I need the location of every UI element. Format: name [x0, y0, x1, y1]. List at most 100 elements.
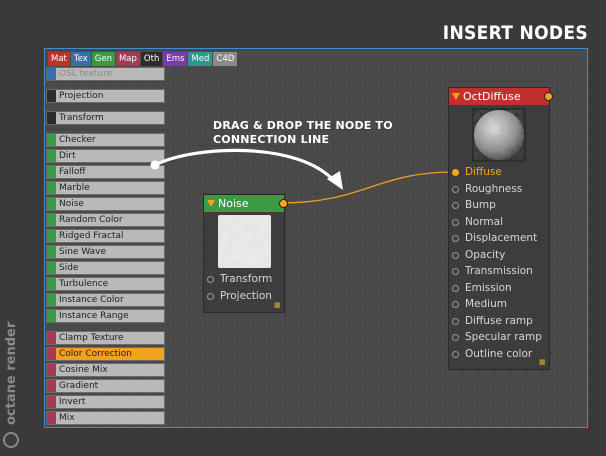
- node-list-item[interactable]: Clamp Texture: [46, 331, 165, 345]
- input-pin-icon[interactable]: [452, 317, 459, 325]
- category-color-swatch: [47, 166, 56, 178]
- node-list-item-label: Ridged Fractal: [59, 231, 124, 241]
- category-color-swatch: [47, 90, 56, 102]
- category-color-swatch: [47, 412, 56, 424]
- input-pin-row[interactable]: Emission: [449, 280, 549, 297]
- noise-node-header[interactable]: Noise: [204, 195, 288, 212]
- tab-med[interactable]: Med: [188, 52, 213, 66]
- octdiffuse-node-header[interactable]: OctDiffuse: [449, 88, 553, 105]
- input-pin-icon[interactable]: [452, 251, 459, 259]
- input-pin-icon[interactable]: [452, 169, 459, 176]
- node-list-item-label: Instance Range: [59, 311, 129, 321]
- category-color-swatch: [47, 348, 56, 360]
- noise-output-pin[interactable]: [279, 199, 288, 208]
- node-list-item-label: Projection: [59, 91, 104, 101]
- node-list-item[interactable]: Checker: [46, 133, 165, 147]
- node-list-item[interactable]: Instance Color: [46, 293, 165, 307]
- input-pin-icon[interactable]: [207, 276, 214, 283]
- category-color-swatch: [47, 182, 56, 194]
- node-list-item[interactable]: Mix: [46, 411, 165, 425]
- node-list-item-label: Clamp Texture: [59, 333, 124, 343]
- octdiffuse-node[interactable]: OctDiffuse Diffuse Roughness Bump Normal…: [448, 87, 553, 370]
- noise-preview-texture: [217, 215, 271, 268]
- input-pin-icon[interactable]: [207, 292, 214, 300]
- node-list-item[interactable]: Marble: [46, 181, 165, 195]
- node-list-item[interactable]: Sine Wave: [46, 245, 165, 259]
- node-list-item[interactable]: Turbulence: [46, 277, 165, 291]
- octdiffuse-inputs: Diffuse Roughness Bump Normal Displacement Op…: [449, 164, 549, 362]
- tab-c4d[interactable]: C4D: [213, 52, 238, 66]
- input-pin-icon[interactable]: [452, 218, 459, 226]
- input-pin-icon[interactable]: [452, 235, 459, 242]
- input-pin-row[interactable]: Specular ramp: [449, 329, 549, 346]
- input-pin-icon[interactable]: [452, 350, 459, 358]
- node-list-item[interactable]: Ridged Fractal: [46, 229, 165, 243]
- tab-map[interactable]: Map: [115, 52, 140, 66]
- node-list-item[interactable]: Random Color: [46, 213, 165, 227]
- input-pin-row[interactable]: Transform: [204, 271, 284, 288]
- drag-arrow: [153, 148, 337, 184]
- category-color-swatch: [47, 230, 56, 242]
- noise-node[interactable]: Noise Transform Projection ▦: [203, 194, 288, 313]
- input-pin-row[interactable]: Diffuse: [449, 164, 549, 181]
- node-list-item[interactable]: Invert: [46, 395, 165, 409]
- tab-tex[interactable]: Tex: [70, 52, 91, 66]
- resize-handle-icon[interactable]: ▦: [539, 359, 546, 366]
- input-pin-icon[interactable]: [452, 202, 459, 209]
- material-preview-sphere: [472, 108, 526, 162]
- input-pin-row[interactable]: Displacement: [449, 230, 549, 247]
- input-pin-row[interactable]: Transmission: [449, 263, 549, 280]
- input-pin-row[interactable]: Medium: [449, 296, 549, 313]
- tab-gen[interactable]: Gen: [91, 52, 115, 66]
- node-list-item[interactable]: Multiply: [46, 427, 165, 428]
- category-color-swatch: [47, 294, 56, 306]
- input-pin-icon[interactable]: [452, 301, 459, 308]
- node-list-item[interactable]: Transform: [46, 111, 165, 125]
- octdiffuse-output-pin[interactable]: [544, 92, 553, 101]
- category-color-swatch: [47, 150, 56, 162]
- input-pin-row[interactable]: Outline color: [449, 346, 549, 363]
- tab-oth[interactable]: Oth: [140, 52, 163, 66]
- node-list-item-label: Marble: [59, 183, 90, 193]
- input-pin-label: Medium: [465, 298, 507, 310]
- input-pin-row[interactable]: Diffuse ramp: [449, 313, 549, 330]
- input-pin-row[interactable]: Projection: [204, 288, 284, 305]
- node-editor-canvas[interactable]: Mat Tex Gen Map Oth Ems Med C4D OSL texture Proj…: [44, 48, 588, 428]
- page-heading: INSERT NODES: [442, 22, 588, 44]
- collapse-triangle-icon[interactable]: [207, 200, 215, 207]
- node-list-item[interactable]: Noise: [46, 197, 165, 211]
- node-list-item[interactable]: Side: [46, 261, 165, 275]
- input-pin-row[interactable]: Normal: [449, 214, 549, 231]
- tab-mat[interactable]: Mat: [48, 52, 70, 66]
- input-pin-label: Diffuse ramp: [465, 314, 533, 327]
- instruction-line-2: CONNECTION LINE: [213, 133, 330, 146]
- node-list-item[interactable]: Gradient: [46, 379, 165, 393]
- node-list-item[interactable]: Projection: [46, 89, 165, 103]
- category-color-swatch: [47, 310, 56, 322]
- input-pin-icon[interactable]: [452, 334, 459, 341]
- tab-ems[interactable]: Ems: [163, 52, 188, 66]
- node-list-item[interactable]: Instance Range: [46, 309, 165, 323]
- input-pin-icon[interactable]: [452, 185, 459, 193]
- node-list-item[interactable]: Color Correction: [46, 347, 165, 361]
- category-color-swatch: [47, 396, 56, 408]
- input-pin-label: Emission: [465, 281, 512, 294]
- node-list-item-label: Gradient: [59, 381, 99, 391]
- node-list-item[interactable]: Cosine Mix: [46, 363, 165, 377]
- input-pin-label: Outline color: [465, 347, 533, 360]
- input-pin-row[interactable]: Roughness: [449, 181, 549, 198]
- node-list-item[interactable]: Falloff: [46, 165, 165, 179]
- input-pin-icon[interactable]: [452, 268, 459, 275]
- collapse-triangle-icon[interactable]: [452, 93, 460, 100]
- input-pin-icon[interactable]: [452, 284, 459, 292]
- node-list-item[interactable]: OSL texture: [46, 67, 165, 81]
- resize-handle-icon[interactable]: ▦: [274, 302, 281, 309]
- node-list-item[interactable]: Dirt: [46, 149, 165, 163]
- input-pin-row[interactable]: Opacity: [449, 247, 549, 264]
- node-list-item-label: Color Correction: [59, 349, 132, 359]
- category-color-swatch: [47, 214, 56, 226]
- node-list-item-label: Turbulence: [59, 279, 109, 289]
- category-color-swatch: [47, 198, 56, 210]
- input-pin-row[interactable]: Bump: [449, 197, 549, 214]
- octane-logo: octane render: [3, 321, 19, 448]
